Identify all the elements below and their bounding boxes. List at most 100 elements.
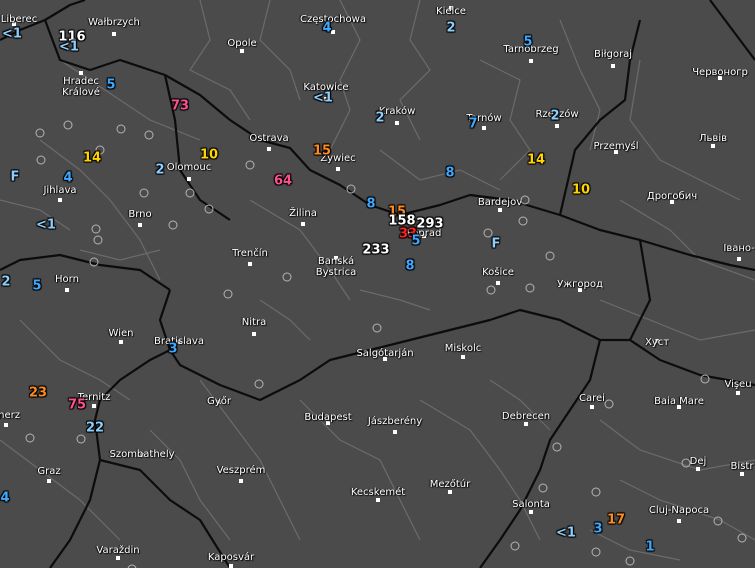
city-marker-icon (448, 490, 452, 494)
city-marker-icon (116, 556, 120, 560)
station-ring-icon (93, 235, 103, 245)
city-label: Banská Bystrica (315, 256, 357, 278)
city-marker-icon (336, 167, 340, 171)
city-label: Mezőtúr (429, 479, 471, 490)
value-label: 14 (526, 152, 546, 168)
value-label: 5 (32, 278, 42, 294)
city-marker-icon (119, 340, 123, 344)
station-ring-icon (681, 458, 691, 468)
city-marker-icon (239, 479, 243, 483)
city-label: Szombathely (109, 449, 175, 460)
city-label: Opole (227, 38, 257, 49)
value-label: 10 (199, 147, 219, 163)
city-label: Częstochowa (300, 14, 366, 25)
value-label: 1 (645, 539, 655, 555)
city-label: Graz (37, 466, 61, 477)
station-ring-icon (89, 257, 99, 267)
station-ring-icon (545, 251, 555, 261)
value-label: F (491, 236, 501, 252)
city-marker-icon (393, 430, 397, 434)
value-label: 2 (155, 162, 165, 178)
city-label: Salgótarján (356, 348, 414, 359)
city-marker-icon (736, 391, 740, 395)
station-ring-icon (254, 379, 264, 389)
city-label: Žilina (289, 208, 317, 219)
city-marker-icon (498, 208, 502, 212)
city-label: Wien (108, 328, 134, 339)
city-marker-icon (331, 30, 335, 34)
station-ring-icon (116, 124, 126, 134)
station-ring-icon (591, 487, 601, 497)
city-marker-icon (79, 71, 83, 75)
city-label: Trenčín (232, 248, 268, 259)
station-ring-icon (223, 289, 233, 299)
city-marker-icon (740, 472, 744, 476)
station-ring-icon (604, 399, 614, 409)
station-ring-icon (35, 128, 45, 138)
city-label: Miskolc (444, 343, 482, 354)
value-label: 5 (523, 34, 533, 50)
value-label: 4 (0, 490, 10, 506)
city-marker-icon (229, 564, 233, 568)
city-marker-icon (529, 510, 533, 514)
weather-map[interactable]: Liberec Wałbrzych Częstochowa Kielce Opole Ta… (0, 0, 755, 568)
city-label: Veszprém (216, 465, 266, 476)
station-ring-icon (713, 516, 723, 526)
station-ring-icon (63, 120, 73, 130)
city-label: Kielce (436, 6, 466, 17)
city-label: Bratislava (154, 336, 204, 347)
city-label: Wałbrzych (88, 17, 140, 28)
value-label: F (10, 169, 20, 185)
station-ring-icon (591, 547, 601, 557)
value-label: 8 (405, 258, 415, 274)
city-label: Liberec (0, 14, 38, 25)
city-label: Bardejov (477, 197, 523, 208)
city-label: Дрогобич (646, 191, 698, 202)
value-label: 64 (273, 173, 293, 189)
station-ring-icon (25, 433, 35, 443)
station-ring-icon (346, 184, 356, 194)
value-label: 8 (366, 196, 376, 212)
value-label: 8 (445, 165, 455, 181)
city-marker-icon (92, 404, 96, 408)
value-label: 293 (416, 216, 444, 232)
value-label: 7 (468, 116, 478, 132)
city-marker-icon (248, 262, 252, 266)
value-label: <1 (59, 39, 79, 55)
city-label: Debrecen (501, 411, 551, 422)
value-label: 10 (571, 182, 591, 198)
value-label: <1 (2, 26, 22, 42)
city-label: Brno (128, 209, 152, 220)
city-marker-icon (138, 223, 142, 227)
city-label: Львів (699, 133, 727, 144)
value-label: 233 (362, 242, 390, 258)
city-marker-icon (529, 59, 533, 63)
station-ring-icon (552, 442, 562, 452)
city-marker-icon (187, 177, 191, 181)
city-marker-icon (590, 405, 594, 409)
value-label: 3 (168, 341, 178, 357)
station-ring-icon (625, 556, 635, 566)
city-label: Kaposvár (207, 552, 255, 563)
city-label: Varaždin (96, 545, 140, 556)
city-label: Salonta (512, 499, 550, 510)
city-label: Jihlava (43, 185, 77, 196)
value-label: 4 (322, 20, 332, 36)
station-ring-icon (282, 272, 292, 282)
city-label: Košice (482, 267, 514, 278)
city-marker-icon (611, 64, 615, 68)
station-ring-icon (538, 483, 548, 493)
city-label: Przemyśl (593, 141, 639, 152)
city-label: Olomouc (166, 162, 212, 173)
city-label: Budapest (304, 412, 352, 423)
value-label: 2 (550, 108, 560, 124)
city-marker-icon (696, 467, 700, 471)
city-marker-icon (461, 355, 465, 359)
city-label: Kecskemét (350, 487, 406, 498)
value-label: 2 (375, 110, 385, 126)
city-marker-icon (267, 147, 271, 151)
value-label: 14 (82, 150, 102, 166)
city-marker-icon (677, 519, 681, 523)
value-label: 2 (446, 20, 456, 36)
city-marker-icon (496, 281, 500, 285)
